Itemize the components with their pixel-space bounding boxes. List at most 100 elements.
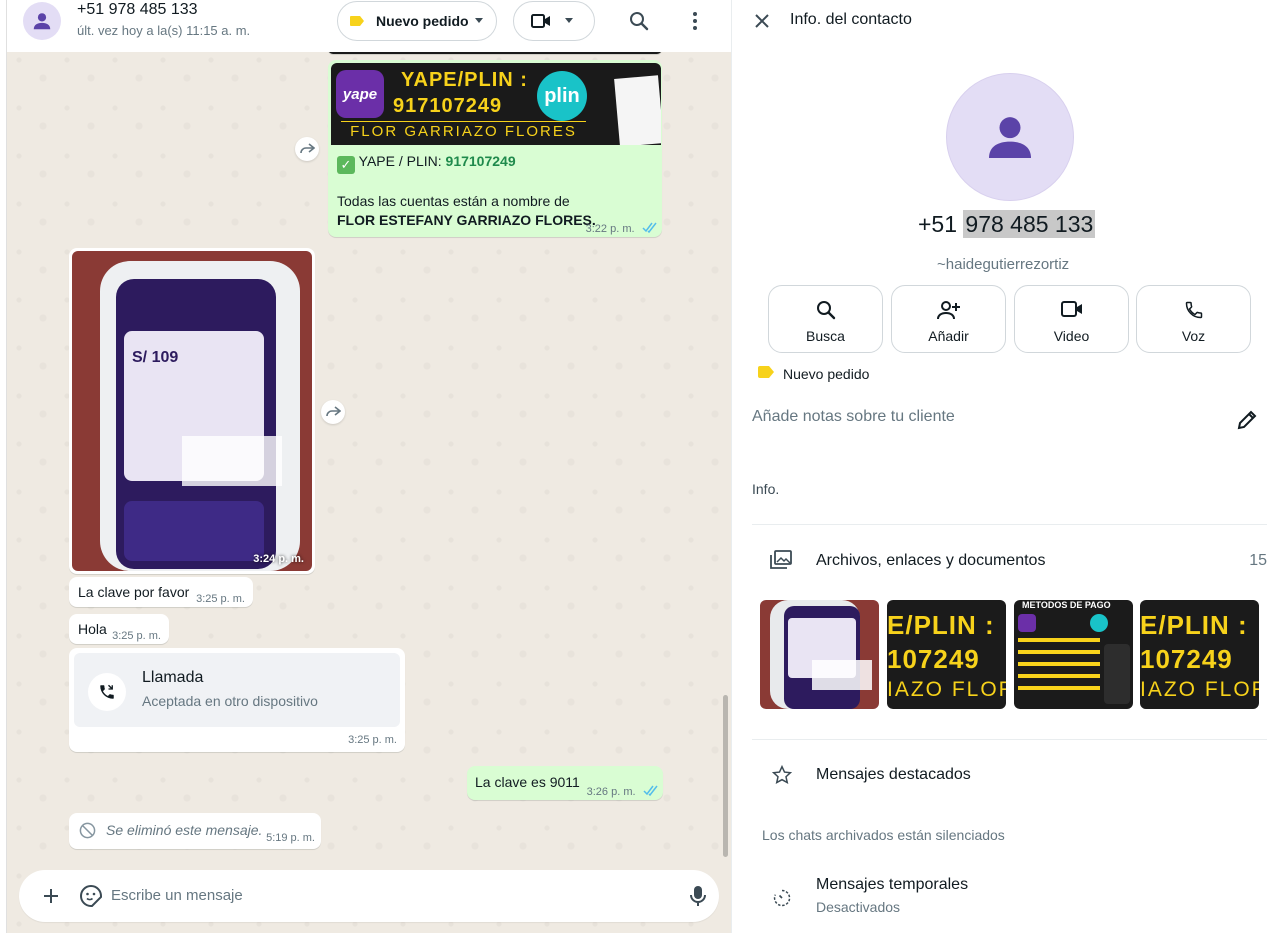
thumb-text: IAZO FLOR [887,678,1006,701]
message-line-3: FLOR ESTEFANY GARRIAZO FLORES. [337,212,596,228]
read-ticks-icon [643,785,658,797]
banner-owner: FLOR GARRIAZO FLORES [341,121,586,140]
message-text: La clave es 9011 [475,774,580,790]
voice-call-button[interactable]: Voz [1136,285,1251,353]
missed-call-icon [88,673,126,711]
payment-screenshot-image[interactable]: S/ 109 3:24 p. m. [72,251,312,571]
read-ticks-icon [642,222,657,234]
timer-icon [773,889,791,907]
message-composer[interactable]: Escribe un mensaje [19,870,719,922]
message-incoming[interactable]: La clave por favor 3:25 p. m. [69,577,253,607]
message-time: 3:25 p. m. [348,734,397,746]
message-yape-info[interactable]: yape YAPE/PLIN : 917107249 FLOR GARRIAZO… [328,60,662,237]
contact-info-title: Info. del contacto [790,11,912,28]
message-deleted[interactable]: Se eliminó este mensaje. 5:19 p. m. [69,813,321,849]
contact-label[interactable]: Nuevo pedido [783,366,869,382]
label-dropdown-text: Nuevo pedido [376,13,469,29]
chat-pane: +51 978 485 133 últ. vez hoy a la(s) 11:… [6,0,731,933]
forward-icon[interactable] [321,400,345,424]
contact-avatar[interactable] [946,73,1074,201]
person-icon [33,13,51,30]
message-time: 3:25 p. m. [196,593,245,605]
message-meta: 3:26 p. m. [587,782,659,800]
check-mark-icon: ✓ [337,156,355,174]
chevron-down-icon [475,18,483,23]
contact-phone[interactable]: +51 978 485 133 [918,210,1096,238]
search-icon[interactable] [627,9,651,33]
notes-input[interactable]: Añade notas sobre tu cliente [752,408,955,426]
phone-link[interactable]: 917107249 [446,153,516,169]
chat-scrollbar[interactable] [723,695,728,857]
call-card[interactable]: Llamada Aceptada en otro dispositivo [74,653,400,727]
thumb-text: E/PLIN : [1140,610,1248,640]
glare [182,436,282,486]
plus-icon[interactable] [43,888,59,904]
message-input[interactable]: Escribe un mensaje [111,887,243,904]
close-icon[interactable] [750,9,774,33]
search-button[interactable]: Busca [768,285,883,353]
chevron-down-icon [565,18,573,23]
disappearing-messages-row[interactable]: Mensajes temporales [816,876,968,894]
action-label: Añadir [928,328,969,344]
person-icon [989,117,1031,158]
media-count: 15 [1249,552,1267,569]
starred-messages-row[interactable]: Mensajes destacados [816,766,971,784]
message-image[interactable]: S/ 109 3:24 p. m. [69,248,315,574]
add-person-icon [936,301,960,320]
disappearing-messages-status: Desactivados [816,899,901,915]
call-subtitle: Aceptada en otro dispositivo [142,693,318,709]
message-incoming[interactable]: Hola 3:25 p. m. [69,614,169,644]
add-contact-button[interactable]: Añadir [891,285,1006,353]
label-tag-icon [350,16,364,26]
phone-prefix: +51 [918,211,964,237]
media-thumbnail[interactable]: E/PLIN : 107249 IAZO FLOR [1140,600,1259,709]
media-links-docs-row[interactable]: Archivos, enlaces y documentos 15 [752,544,1267,578]
message-time: 3:26 p. m. [586,786,636,798]
label-tag-icon [758,366,774,378]
video-call-button[interactable]: Video [1014,285,1129,353]
media-thumbnail[interactable]: E/PLIN : 107249 IAZO FLOR [887,600,1006,709]
sticker-icon[interactable] [79,884,103,908]
thumb-title: METODOS DE PAGO [1022,600,1111,610]
menu-icon[interactable] [683,9,707,33]
plin-logo: plin [537,71,587,121]
yape-plin-banner-image[interactable]: yape YAPE/PLIN : 917107249 FLOR GARRIAZO… [331,63,661,145]
message-outgoing[interactable]: La clave es 9011 3:26 p. m. [467,766,663,800]
divider [752,524,1267,525]
action-label: Voz [1181,328,1206,344]
chat-header[interactable]: +51 978 485 133 últ. vez hoy a la(s) 11:… [7,0,731,52]
blocked-icon [79,822,96,839]
thumb-text: IAZO FLOR [1140,678,1259,701]
media-thumbnail[interactable] [760,600,879,709]
chat-contact-name[interactable]: +51 978 485 133 [77,1,198,19]
label-dropdown[interactable]: Nuevo pedido [337,1,497,41]
message-time: 3:24 p. m. [253,553,304,565]
media-thumbnail[interactable]: METODOS DE PAGO [1014,600,1133,709]
call-dropdown[interactable] [513,1,595,41]
avatar[interactable] [23,2,61,40]
search-icon [816,301,835,320]
message-time: 3:22 p. m. [585,223,635,235]
star-icon [772,765,792,785]
archived-note: Los chats archivados están silenciados [762,827,1005,843]
message-time: 3:25 p. m. [112,630,161,642]
contact-info-pane: Info. del contacto +51 978 485 133 ~haid… [731,0,1280,933]
phone-number-selected: 978 485 133 [963,210,1096,238]
message-text: La clave por favor [78,584,190,600]
thumb-text: E/PLIN : [887,610,995,640]
message-line-1: ✓ YAPE / PLIN: 917107249 [337,153,516,174]
contact-username: ~haidegutierrezortiz [937,256,1070,273]
forward-icon[interactable] [295,137,319,161]
video-icon [531,14,550,28]
divider [752,739,1267,740]
action-label: Video [1053,328,1090,344]
last-seen-status: últ. vez hoy a la(s) 11:15 a. m. [77,23,251,38]
message-call[interactable]: Llamada Aceptada en otro dispositivo 3:2… [69,648,405,752]
microphone-icon[interactable] [689,885,707,907]
promo-card [124,501,264,561]
pencil-icon[interactable] [1235,408,1259,432]
call-title: Llamada [142,669,204,686]
banner-number: 917107249 [393,95,503,117]
yape-logo: yape [336,70,384,118]
message-text: Hola [78,621,107,637]
